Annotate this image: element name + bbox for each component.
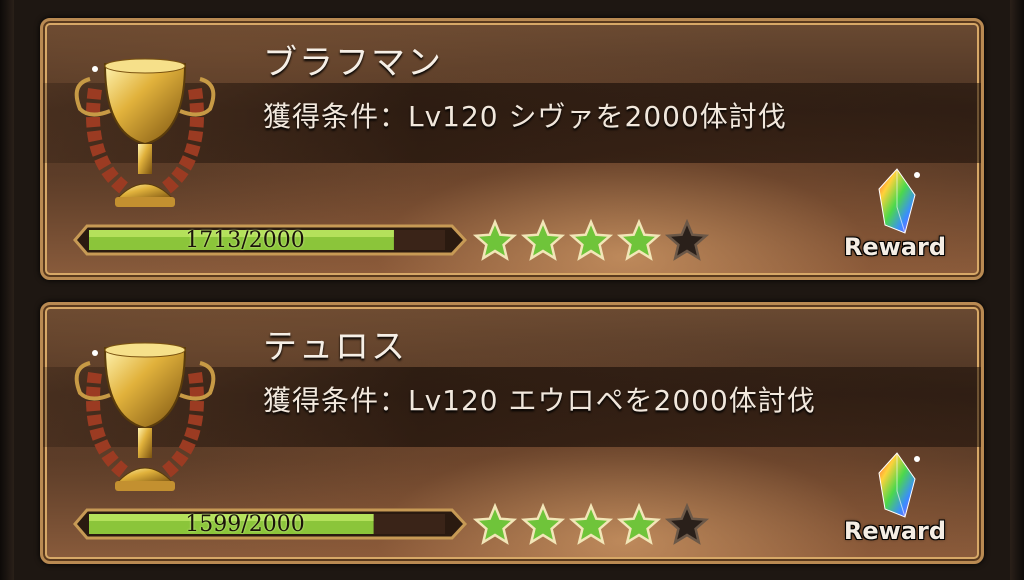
green-star-icon — [472, 218, 518, 261]
achievement-card: テュロス 獲得条件：Lv120 エウロペを2000体討伐 1599/2000 R… — [40, 302, 984, 564]
reward-label: Reward — [843, 517, 947, 545]
achievement-card: ブラフマン 獲得条件：Lv120 シヴァを2000体討伐 1713/2000 R… — [40, 18, 984, 280]
rainbow-crystal-icon — [878, 452, 920, 518]
achievement-title: テュロス — [263, 327, 407, 367]
green-star-icon — [616, 502, 662, 545]
progress-text: 1599/2000 — [185, 512, 305, 537]
gold-trophy-icon — [74, 342, 216, 491]
achievement-title: ブラフマン — [263, 43, 443, 83]
star-rating — [472, 502, 713, 547]
progress-bar: 1713/2000 — [67, 220, 468, 260]
reward-button[interactable]: Reward — [835, 167, 955, 267]
reward-label: Reward — [843, 233, 947, 261]
dark-star-icon — [664, 502, 710, 545]
progress-bar: 1599/2000 — [67, 504, 468, 544]
dark-star-icon — [664, 218, 710, 261]
left-frame — [0, 0, 14, 580]
star-rating — [472, 218, 713, 263]
right-frame — [1010, 0, 1024, 580]
green-star-icon — [616, 218, 662, 261]
achievement-condition: 獲得条件：Lv120 シヴァを2000体討伐 — [263, 100, 787, 133]
gold-trophy-icon — [74, 58, 216, 207]
reward-button[interactable]: Reward — [835, 451, 955, 551]
green-star-icon — [568, 502, 614, 545]
rainbow-crystal-icon — [878, 168, 920, 234]
green-star-icon — [568, 218, 614, 261]
achievement-condition: 獲得条件：Lv120 エウロペを2000体討伐 — [263, 384, 816, 417]
green-star-icon — [520, 502, 566, 545]
progress-text: 1713/2000 — [185, 228, 305, 253]
green-star-icon — [520, 218, 566, 261]
green-star-icon — [472, 502, 518, 545]
